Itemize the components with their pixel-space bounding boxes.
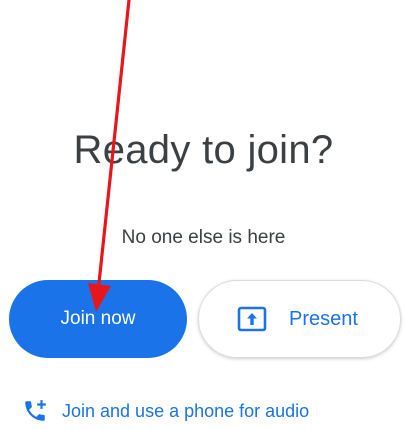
annotation-arrow bbox=[88, 0, 131, 312]
phone-add-icon bbox=[22, 398, 48, 424]
phone-audio-label: Join and use a phone for audio bbox=[62, 400, 310, 421]
join-now-label: Join now bbox=[60, 308, 136, 329]
present-button[interactable]: Present bbox=[198, 280, 401, 358]
participants-status: No one else is here bbox=[121, 227, 286, 248]
page-title: Ready to join? bbox=[73, 128, 334, 172]
present-label: Present bbox=[289, 307, 358, 330]
join-now-button[interactable]: Join now bbox=[9, 280, 187, 358]
present-to-all-icon bbox=[237, 306, 267, 332]
join-with-phone-audio-link[interactable]: Join and use a phone for audio bbox=[22, 396, 309, 426]
